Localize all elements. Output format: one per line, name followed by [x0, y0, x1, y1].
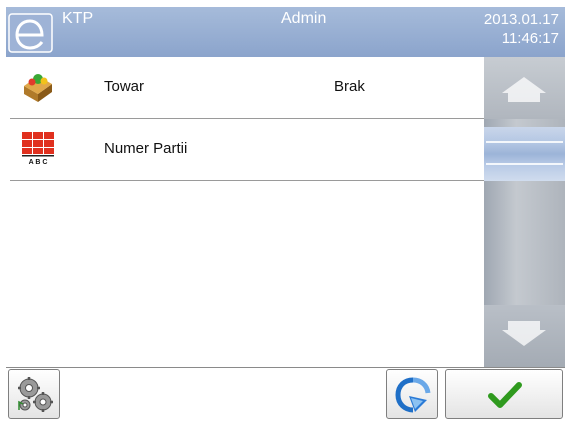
date-label: 2013.01.17	[483, 11, 559, 28]
item-label: Numer Partii	[104, 140, 188, 157]
parameter-list: Towar Brak A B C Numer Partii	[6, 57, 484, 367]
item-value: Brak	[334, 78, 365, 95]
arrow-down-icon	[502, 321, 546, 346]
thumb-grip-line	[486, 163, 563, 165]
scroll-up-button[interactable]	[484, 57, 565, 119]
restore-icon	[395, 377, 431, 413]
scroll-thumb[interactable]	[484, 127, 565, 181]
datetime: 2013.01.17 11:46:17	[484, 10, 559, 48]
thumb-grip-line	[486, 141, 563, 143]
settings-button[interactable]	[8, 369, 60, 419]
settings-gears-icon	[18, 377, 53, 412]
ok-button[interactable]	[445, 369, 563, 419]
scroll-down-button[interactable]	[484, 305, 565, 367]
footer-toolbar	[6, 367, 565, 421]
item-label: Towar	[104, 78, 145, 95]
window: KTP Admin 2013.01.17 11:46:17 Towar Brak	[6, 7, 565, 421]
app-title: KTP	[62, 10, 94, 27]
arrow-up-icon	[502, 77, 546, 102]
restore-button[interactable]	[386, 369, 438, 419]
title-bar: KTP Admin 2013.01.17 11:46:17	[6, 7, 565, 57]
product-box-icon	[24, 74, 52, 102]
row-divider	[10, 180, 484, 181]
time-label: 11:46:17	[501, 30, 559, 47]
list-item-numer-partii[interactable]: A B C Numer Partii	[10, 119, 484, 181]
batch-icon-text: A B C	[29, 159, 48, 166]
list-item-towar[interactable]: Towar Brak	[10, 57, 484, 119]
footer-divider	[6, 367, 565, 368]
batch-number-icon: A B C	[22, 132, 54, 166]
user-name: Admin	[281, 10, 327, 27]
checkmark-icon	[488, 382, 522, 408]
e-logo-icon	[8, 13, 53, 53]
scrollbar[interactable]	[484, 57, 565, 367]
